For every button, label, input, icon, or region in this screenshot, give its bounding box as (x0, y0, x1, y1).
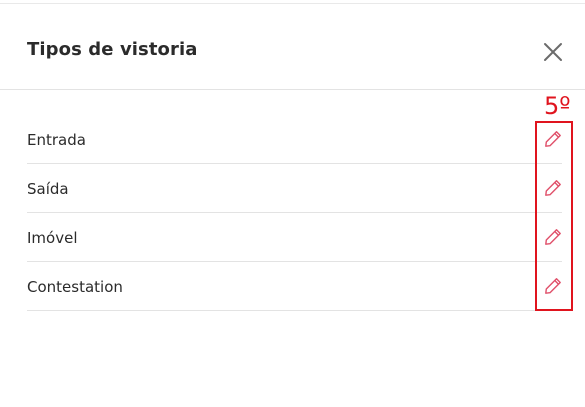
list-item: Entrada (27, 115, 562, 164)
list-item-label: Contestation (27, 278, 123, 296)
edit-button[interactable] (543, 227, 563, 247)
list-item: Imóvel (27, 213, 562, 262)
pencil-icon (545, 278, 561, 294)
list-item: Contestation (27, 262, 562, 311)
edit-button[interactable] (543, 276, 563, 296)
dialog-header: Tipos de vistoria (0, 4, 585, 90)
list-item-label: Entrada (27, 131, 86, 149)
inspection-types-list: Entrada Saída Imóvel Contestation (27, 115, 562, 311)
list-item: Saída (27, 164, 562, 213)
dialog-title: Tipos de vistoria (27, 39, 198, 60)
close-button[interactable] (541, 40, 565, 64)
pencil-icon (545, 131, 561, 147)
list-item-label: Imóvel (27, 229, 78, 247)
list-item-label: Saída (27, 180, 69, 198)
close-icon (544, 43, 562, 61)
edit-button[interactable] (543, 129, 563, 149)
pencil-icon (545, 180, 561, 196)
pencil-icon (545, 229, 561, 245)
edit-button[interactable] (543, 178, 563, 198)
